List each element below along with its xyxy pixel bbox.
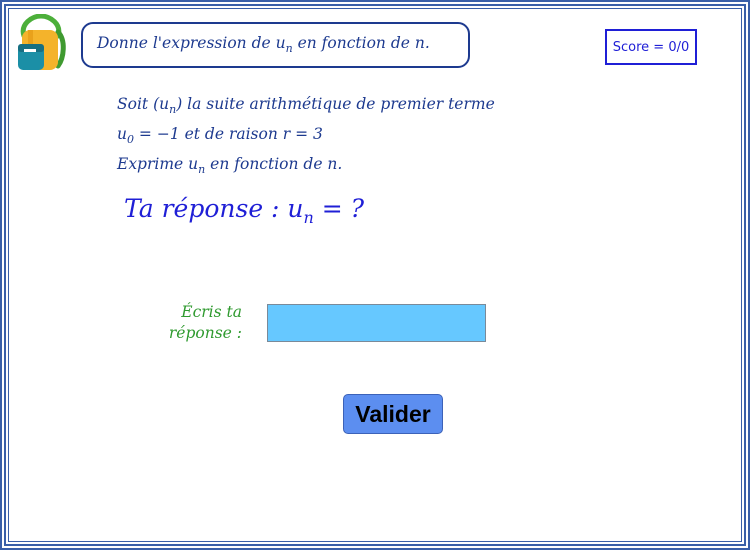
answer-input-label-line-1: Écris ta bbox=[181, 303, 242, 321]
inner-frame bbox=[8, 8, 742, 542]
problem-line-1: Soit (un) la suite arithmétique de premi… bbox=[117, 95, 495, 117]
outer-frame bbox=[0, 0, 750, 550]
middle-frame bbox=[4, 4, 746, 546]
problem-line-2: u0 = −1 et de raison r = 3 bbox=[117, 125, 323, 147]
validate-button[interactable]: Valider bbox=[343, 394, 443, 434]
problem-statement: Soit (un) la suite arithmétique de premi… bbox=[117, 92, 557, 182]
answer-input[interactable] bbox=[267, 304, 486, 342]
backpack-icon bbox=[18, 14, 66, 70]
answer-input-label: Écris ta réponse : bbox=[150, 302, 242, 344]
answer-prompt: Ta réponse : un = ? bbox=[124, 194, 365, 227]
score-badge: Score = 0/0 bbox=[605, 29, 697, 65]
answer-input-label-line-2: réponse : bbox=[168, 324, 242, 342]
problem-line-3: Exprime un en fonction de n. bbox=[117, 155, 343, 177]
score-text: Score = 0/0 bbox=[612, 39, 690, 55]
instruction-box: Donne l'expression de un en fonction de … bbox=[81, 22, 470, 68]
instruction-text: Donne l'expression de un en fonction de … bbox=[97, 34, 430, 56]
